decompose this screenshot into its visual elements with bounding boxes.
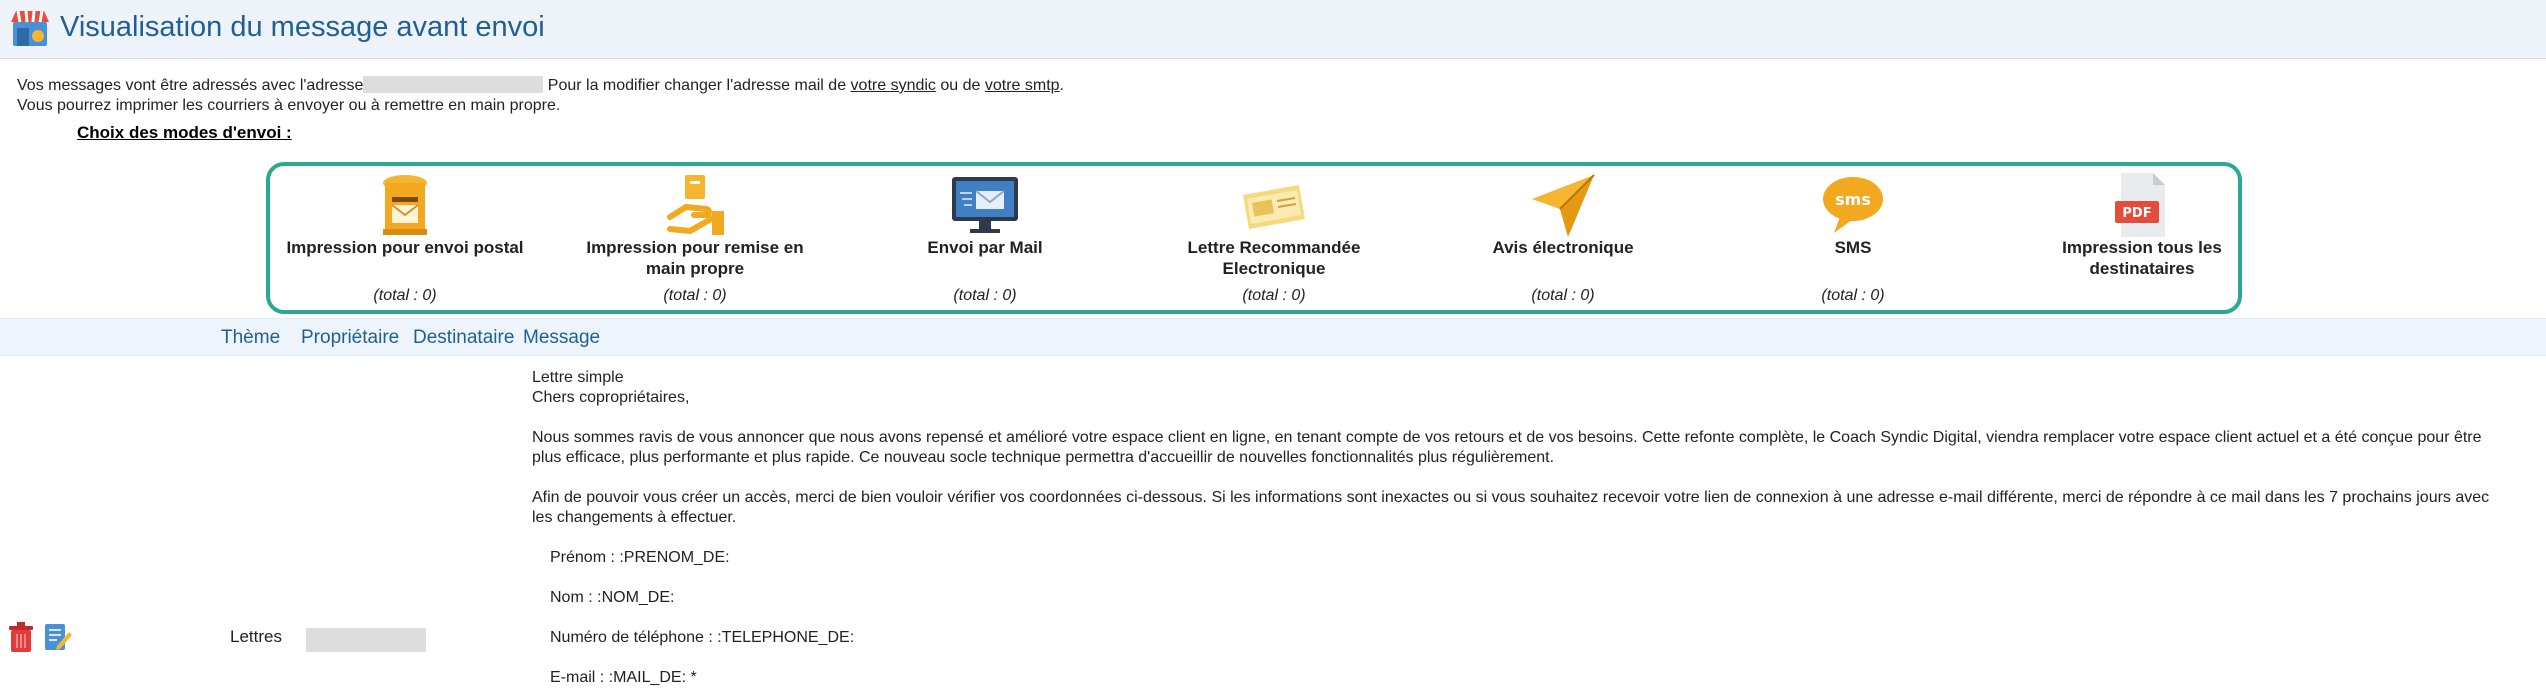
trash-icon[interactable] xyxy=(7,620,35,654)
column-header-message[interactable]: Message xyxy=(523,327,600,349)
row-actions xyxy=(7,620,73,659)
table-header: Thème Propriétaire Destinataire Message xyxy=(0,318,2546,356)
intro-line1-start: Vos messages vont être adressés avec l'a… xyxy=(17,77,364,94)
registered-letter-icon xyxy=(1243,185,1305,229)
intro-or: ou de xyxy=(935,77,985,94)
message-greeting: Chers copropriétaires, xyxy=(532,389,690,406)
page-header: Visualisation du message avant envoi xyxy=(0,0,2546,59)
mode-total: (total : 0) xyxy=(1531,287,1595,304)
edit-icon[interactable] xyxy=(43,620,73,654)
column-header-recipient[interactable]: Destinataire xyxy=(413,327,514,349)
redacted-email xyxy=(363,76,544,93)
mode-total: (total : 0) xyxy=(663,287,727,304)
column-header-owner[interactable]: Propriétaire xyxy=(301,327,399,349)
intro-period: . xyxy=(1059,77,1064,94)
message-field-phone: Numéro de téléphone : :TELEPHONE_DE: xyxy=(550,629,855,646)
smtp-link[interactable]: votre smtp xyxy=(985,77,1060,94)
mode-label: Impression pour remise en main propre xyxy=(586,238,804,278)
mode-print-all[interactable]: PDF Impression tous les destinataires xyxy=(2012,168,2272,313)
mode-label: SMS xyxy=(1834,238,1872,257)
column-header-theme[interactable]: Thème xyxy=(221,327,280,349)
message-field-email: E-mail : :MAIL_DE: * xyxy=(550,669,697,686)
paper-plane-icon xyxy=(1532,174,1595,237)
mode-label: Envoi par Mail xyxy=(927,238,1043,257)
mailbox-icon xyxy=(383,175,427,235)
mode-total: (total : 0) xyxy=(373,287,437,304)
svg-text:PDF: PDF xyxy=(2122,206,2151,221)
message-field-firstname: Prénom : :PRENOM_DE: xyxy=(550,549,730,566)
mode-label: Avis électronique xyxy=(1492,238,1634,257)
mode-total: (total : 0) xyxy=(1242,287,1306,304)
shop-icon xyxy=(11,10,49,46)
mode-email[interactable]: Envoi par Mail (total : 0) xyxy=(855,168,1115,313)
hand-delivery-icon xyxy=(667,175,724,235)
mode-total: (total : 0) xyxy=(1821,287,1885,304)
mode-postal[interactable]: Impression pour envoi postal (total : 0) xyxy=(275,168,535,313)
syndic-link[interactable]: votre syndic xyxy=(851,77,936,94)
message-paragraph: Nous sommes ravis de vous annoncer que n… xyxy=(532,429,2482,466)
row-theme: Lettres xyxy=(230,627,282,646)
page-title: Visualisation du message avant envoi xyxy=(60,11,545,43)
intro-line1-after: Pour la modifier changer l'adresse mail … xyxy=(543,77,851,94)
intro-line2: Vous pourrez imprimer les courriers à en… xyxy=(17,97,561,114)
mode-total: (total : 0) xyxy=(953,287,1017,304)
redacted-owner xyxy=(306,628,426,652)
monitor-mail-icon xyxy=(952,177,1018,233)
pdf-icon: PDF xyxy=(2115,173,2165,237)
svg-text:sms: sms xyxy=(1835,190,1871,209)
mode-electronic-notice[interactable]: Avis électronique (total : 0) xyxy=(1433,168,1693,313)
mode-label: Impression tous les destinataires xyxy=(2062,238,2222,278)
message-subject: Lettre simple xyxy=(532,369,624,386)
mode-label: Impression pour envoi postal xyxy=(286,238,524,257)
message-body: Lettre simple Chers copropriétaires, Nou… xyxy=(532,368,2492,688)
mode-hand-delivery[interactable]: Impression pour remise en main propre (t… xyxy=(565,168,825,313)
modes-title: Choix des modes d'envoi : xyxy=(77,123,292,142)
intro-text: Vos messages vont être adressés avec l'a… xyxy=(17,76,1064,116)
sms-icon: sms xyxy=(1823,177,1883,233)
message-field-lastname: Nom : :NOM_DE: xyxy=(550,589,675,606)
mode-sms[interactable]: sms SMS (total : 0) xyxy=(1723,168,1983,313)
mode-registered-letter[interactable]: Lettre Recommandée Electronique (total :… xyxy=(1144,168,1404,313)
mode-label: Lettre Recommandée Electronique xyxy=(1187,238,1361,278)
message-paragraph: Afin de pouvoir vous créer un accès, mer… xyxy=(532,489,2490,526)
